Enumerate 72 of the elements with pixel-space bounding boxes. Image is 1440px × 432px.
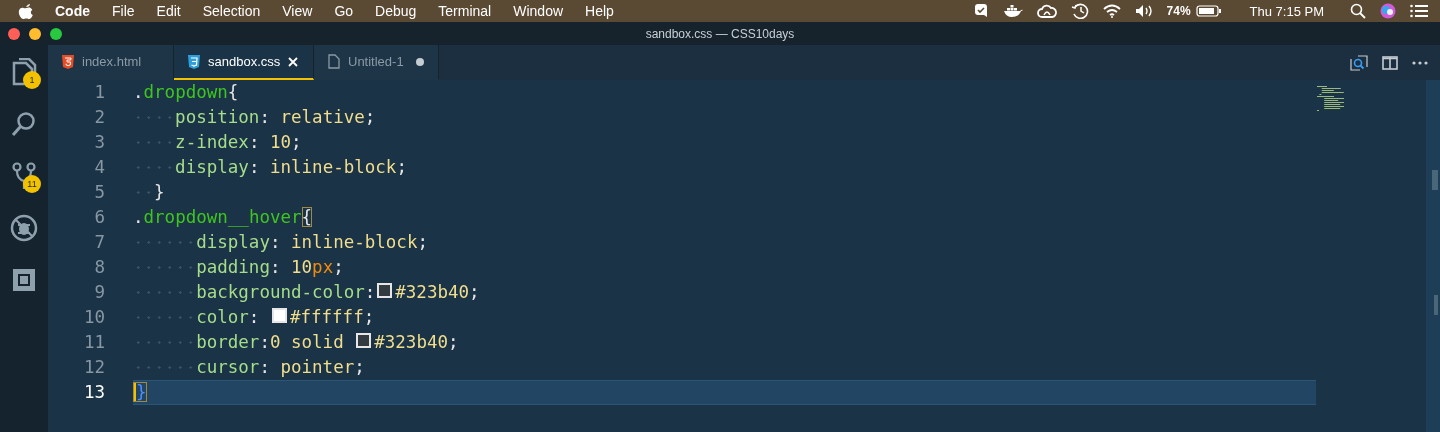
wifi-icon[interactable] — [1102, 4, 1121, 18]
line-number: 9 — [93, 281, 105, 304]
line-number: 1 — [93, 81, 105, 104]
files-icon[interactable] — [11, 58, 37, 86]
line-number: 10 — [82, 306, 105, 329]
line-number: 12 — [82, 356, 105, 379]
code-line: cursor: pointer; — [196, 356, 365, 379]
whale-icon[interactable] — [1002, 4, 1023, 18]
menu-item[interactable]: Go — [323, 3, 365, 19]
line-number: 3 — [93, 131, 105, 154]
menu-item[interactable]: Window — [502, 3, 575, 19]
count-badge: 11 — [23, 175, 41, 193]
code-line: .dropdown__hover{ — [133, 206, 313, 229]
apple-icon[interactable] — [18, 2, 34, 20]
editor-tab[interactable]: index.html — [48, 45, 174, 80]
minimap-drawing — [1317, 86, 1344, 111]
code-line: color: #ffffff; — [196, 306, 375, 329]
scrollbar[interactable] — [1426, 80, 1440, 432]
html-file-icon — [62, 54, 74, 69]
code-line: border:0 solid #323b40; — [196, 331, 459, 354]
close-button[interactable] — [8, 27, 20, 40]
line-number: 2 — [93, 106, 105, 129]
file-icon — [328, 54, 340, 69]
minimize-button[interactable] — [29, 27, 41, 40]
code-line: position: relative; — [175, 106, 376, 129]
battery-percent: 74% — [1166, 4, 1191, 18]
code-line: .dropdown{ — [133, 81, 239, 104]
line-number: 7 — [93, 231, 105, 254]
menu-item[interactable]: Edit — [145, 3, 192, 19]
menu-item[interactable]: Code — [44, 3, 101, 19]
menu-item[interactable]: View — [271, 3, 324, 19]
menu-item[interactable]: Selection — [191, 3, 272, 19]
list-icon[interactable] — [1410, 4, 1428, 18]
menu-item[interactable]: File — [101, 3, 146, 19]
branch-icon[interactable] — [11, 162, 37, 190]
bug-icon[interactable] — [10, 214, 38, 242]
split-editor-icon[interactable] — [1382, 55, 1398, 70]
battery-icon[interactable] — [1195, 5, 1222, 17]
window-title: sandbox.css — CSS10days — [645, 26, 795, 41]
count-badge: 1 — [23, 71, 41, 89]
compare-icon[interactable] — [1350, 54, 1368, 71]
code-line: background-color: #323b40; — [196, 281, 480, 304]
line-number: 5 — [93, 181, 105, 204]
menu-item[interactable]: Debug — [364, 3, 428, 19]
clock-icon[interactable] — [1070, 3, 1089, 19]
css-file-icon — [188, 54, 200, 69]
volume-icon[interactable] — [1134, 4, 1153, 18]
more-icon[interactable] — [1412, 60, 1428, 65]
close-icon[interactable] — [288, 56, 299, 67]
line-number: 8 — [93, 256, 105, 279]
search-icon[interactable] — [11, 111, 37, 137]
zoom-button[interactable] — [50, 27, 62, 40]
line-number: 13 — [82, 381, 105, 404]
editor-tab[interactable]: Untitled-1 — [314, 45, 439, 80]
code-line: } — [133, 380, 147, 405]
code-line: display: inline-block; — [196, 231, 428, 254]
code-line: display: inline-block; — [175, 156, 407, 179]
code-line: } — [154, 181, 165, 204]
line-number: 11 — [82, 331, 105, 354]
code-line: z-index: 10; — [175, 131, 302, 154]
cloud-icon[interactable] — [1036, 4, 1057, 18]
code-line: padding: 10px; — [196, 256, 344, 279]
menu-item[interactable]: Help — [574, 3, 625, 19]
search-icon[interactable] — [1350, 3, 1366, 19]
line-number: 4 — [93, 156, 105, 179]
line-number: 6 — [93, 206, 105, 229]
extensions-icon[interactable] — [12, 268, 36, 292]
siri-icon[interactable] — [1380, 3, 1396, 19]
clock: Thu 7:15 PM — [1249, 3, 1324, 19]
checkmark-icon[interactable] — [972, 3, 989, 19]
editor-tab[interactable]: sandbox.css — [174, 45, 314, 80]
menu-item[interactable]: Terminal — [427, 3, 503, 19]
